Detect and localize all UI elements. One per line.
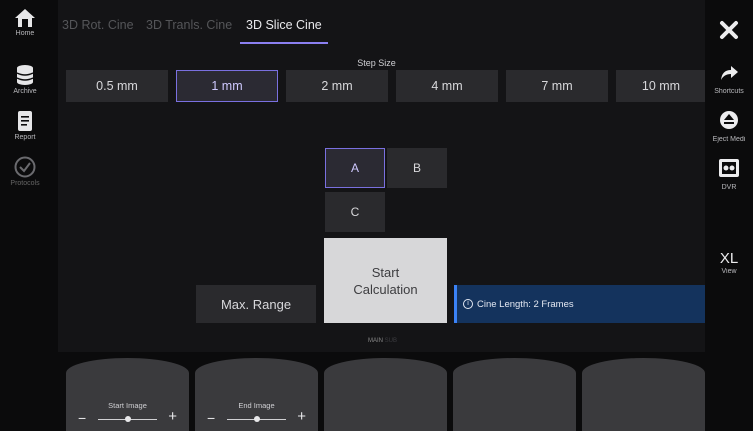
cine-length-text: Cine Length: 2 Frames (477, 298, 574, 310)
dvr-button[interactable]: DVR (705, 158, 753, 191)
home-button[interactable]: Home (0, 8, 50, 37)
knob-5[interactable] (582, 358, 705, 431)
plane-c-button[interactable]: C (325, 192, 385, 232)
eject-icon (720, 111, 738, 129)
report-label: Report (14, 134, 36, 141)
step-7mm-button[interactable]: 7 mm (506, 70, 608, 102)
info-icon: i (463, 299, 473, 309)
home-icon (15, 9, 35, 27)
start-image-plus[interactable]: + (168, 408, 177, 425)
end-image-minus[interactable]: − (207, 410, 215, 426)
report-icon (18, 111, 32, 131)
page-indicator-main: MAIN (368, 338, 383, 344)
view-label: View (721, 268, 737, 275)
active-tab-underline (240, 42, 328, 44)
knob-3[interactable] (324, 358, 447, 431)
eject-media-label: Eject Medi (712, 136, 746, 143)
close-button[interactable] (705, 20, 753, 45)
start-calculation-button[interactable]: Start Calculation (324, 238, 447, 323)
share-arrow-icon (721, 66, 738, 80)
step-1mm-button[interactable]: 1 mm (176, 70, 278, 102)
protocols-button[interactable]: Protocols (0, 156, 50, 187)
start-image-minus[interactable]: − (78, 410, 86, 426)
start-image-slider-thumb[interactable] (124, 416, 131, 422)
shortcuts-label: Shortcuts (714, 88, 744, 95)
end-image-slider-thumb[interactable] (253, 416, 260, 422)
protocols-label: Protocols (10, 180, 40, 187)
page-indicator-sub: SUB (384, 338, 398, 344)
start-image-knob[interactable]: Start Image − + (66, 358, 189, 431)
plane-b-button[interactable]: B (387, 148, 447, 188)
end-image-knob[interactable]: End Image − + (195, 358, 318, 431)
end-image-plus[interactable]: + (297, 408, 306, 425)
dvr-label: DVR (721, 184, 737, 191)
start-calculation-line1: Start (371, 264, 400, 280)
tab-3d-slice-cine[interactable]: 3D Slice Cine (246, 18, 322, 32)
view-value: XL (719, 250, 739, 267)
dvr-icon (719, 159, 739, 177)
page-indicator: MAIN SUB (368, 338, 397, 344)
archive-label: Archive (13, 88, 37, 95)
archive-button[interactable]: Archive (0, 64, 50, 95)
view-button[interactable]: XL View (705, 250, 753, 275)
shortcuts-button[interactable]: Shortcuts (705, 64, 753, 95)
step-0-5mm-button[interactable]: 0.5 mm (66, 70, 168, 102)
cine-length-banner: i Cine Length: 2 Frames (454, 285, 706, 323)
tab-3d-rot-cine[interactable]: 3D Rot. Cine (62, 18, 134, 32)
right-sidebar: Shortcuts Eject Medi DVR XL View (705, 0, 753, 431)
check-circle-icon (14, 156, 36, 178)
close-icon (720, 21, 738, 39)
home-label: Home (15, 30, 35, 37)
max-range-button[interactable]: Max. Range (196, 285, 316, 323)
step-4mm-button[interactable]: 4 mm (396, 70, 498, 102)
step-2mm-button[interactable]: 2 mm (286, 70, 388, 102)
report-button[interactable]: Report (0, 110, 50, 141)
tab-3d-transl-cine[interactable]: 3D Tranls. Cine (146, 18, 232, 32)
step-size-title: Step Size (357, 58, 396, 68)
knob-4[interactable] (453, 358, 576, 431)
plane-a-button[interactable]: A (325, 148, 385, 188)
eject-media-button[interactable]: Eject Medi (705, 110, 753, 143)
start-calculation-line2: Calculation (353, 281, 418, 297)
step-10mm-button[interactable]: 10 mm (616, 70, 706, 102)
